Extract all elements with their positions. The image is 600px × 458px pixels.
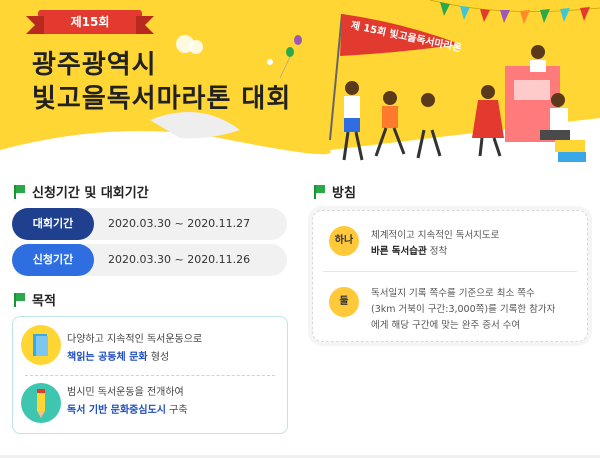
policy-item-2-line1: 독서일지 기록 쪽수를 기준으로 최소 쪽수 xyxy=(371,288,535,299)
purpose-item-2-highlight: 독서 기반 문화중심도시 xyxy=(67,405,166,416)
policy-heading: 방침 xyxy=(314,182,356,201)
purpose-item-1-line1: 다양하고 지속적인 독서운동으로 xyxy=(67,334,203,345)
edition-label: 제15회 xyxy=(70,15,110,29)
purpose-divider xyxy=(25,375,275,376)
competition-period-value: 2020.03.30 ~ 2020.11.27 xyxy=(108,217,251,230)
policy-item-1-suffix: 정착 xyxy=(426,246,448,257)
page-title-line2: 빛고을독서마라톤 대회 xyxy=(32,84,292,114)
purpose-box: 다양하고 지속적인 독서운동으로 책읽는 공동체 문화 형성 범시민 독서운동을… xyxy=(12,316,288,434)
schedule-heading-text: 신청기간 및 대회기간 xyxy=(32,186,149,201)
policy-number-2: 둘 xyxy=(329,287,359,317)
pencil-icon xyxy=(21,383,61,423)
policy-number-1: 하나 xyxy=(329,226,359,256)
application-period-badge: 신청기간 xyxy=(12,244,94,276)
flag-icon xyxy=(14,292,26,307)
policy-item-1-line1: 체계적이고 지속적인 독서지도로 xyxy=(371,230,500,241)
purpose-item-2-line2: 독서 기반 문화중심도시 구축 xyxy=(67,401,188,416)
purpose-item-2-line1: 범시민 독서운동을 전개하여 xyxy=(67,387,184,398)
application-period-value: 2020.03.30 ~ 2020.11.26 xyxy=(108,253,251,266)
policy-divider xyxy=(323,271,577,272)
purpose-item-1-suffix: 형성 xyxy=(147,352,170,363)
flag-icon xyxy=(314,184,326,199)
purpose-item-2-suffix: 구축 xyxy=(165,405,188,416)
purpose-item-1-highlight: 책읽는 공동체 문화 xyxy=(67,352,148,363)
policy-item-1-line2: 바른 독서습관 정착 xyxy=(371,243,447,257)
runners-illustration xyxy=(329,0,600,162)
policy-box: 하나 체계적이고 지속적인 독서지도로 바른 독서습관 정착 둘 독서일지 기록… xyxy=(312,210,588,342)
edition-ribbon: 제15회 xyxy=(26,10,154,34)
purpose-heading-text: 목적 xyxy=(32,294,56,309)
application-period-row: 신청기간 2020.03.30 ~ 2020.11.26 xyxy=(12,244,287,276)
policy-item-2-line3: 에게 해당 구간에 맞는 완주 증서 수여 xyxy=(371,320,521,331)
hero-banner: 제15회 광주광역시 빛고을독서마라톤 대회 제 15회 빛고을독서마라톤 xyxy=(0,0,600,168)
competition-period-row: 대회기간 2020.03.30 ~ 2020.11.27 xyxy=(12,208,287,240)
policy-heading-text: 방침 xyxy=(332,186,356,201)
policy-item-2-line2: (3km 거북이 구간:3,000쪽)를 기록한 참가자 xyxy=(371,304,556,315)
policy-item-1-bold: 바른 독서습관 xyxy=(371,246,427,257)
purpose-item-1-line2: 책읽는 공동체 문화 형성 xyxy=(67,348,169,363)
flag-icon xyxy=(14,184,26,199)
competition-period-badge: 대회기간 xyxy=(12,208,94,240)
book-icon xyxy=(21,325,61,365)
page-title-line1: 광주광역시 xyxy=(32,50,157,80)
purpose-heading: 목적 xyxy=(14,290,56,309)
schedule-heading: 신청기간 및 대회기간 xyxy=(14,182,149,201)
